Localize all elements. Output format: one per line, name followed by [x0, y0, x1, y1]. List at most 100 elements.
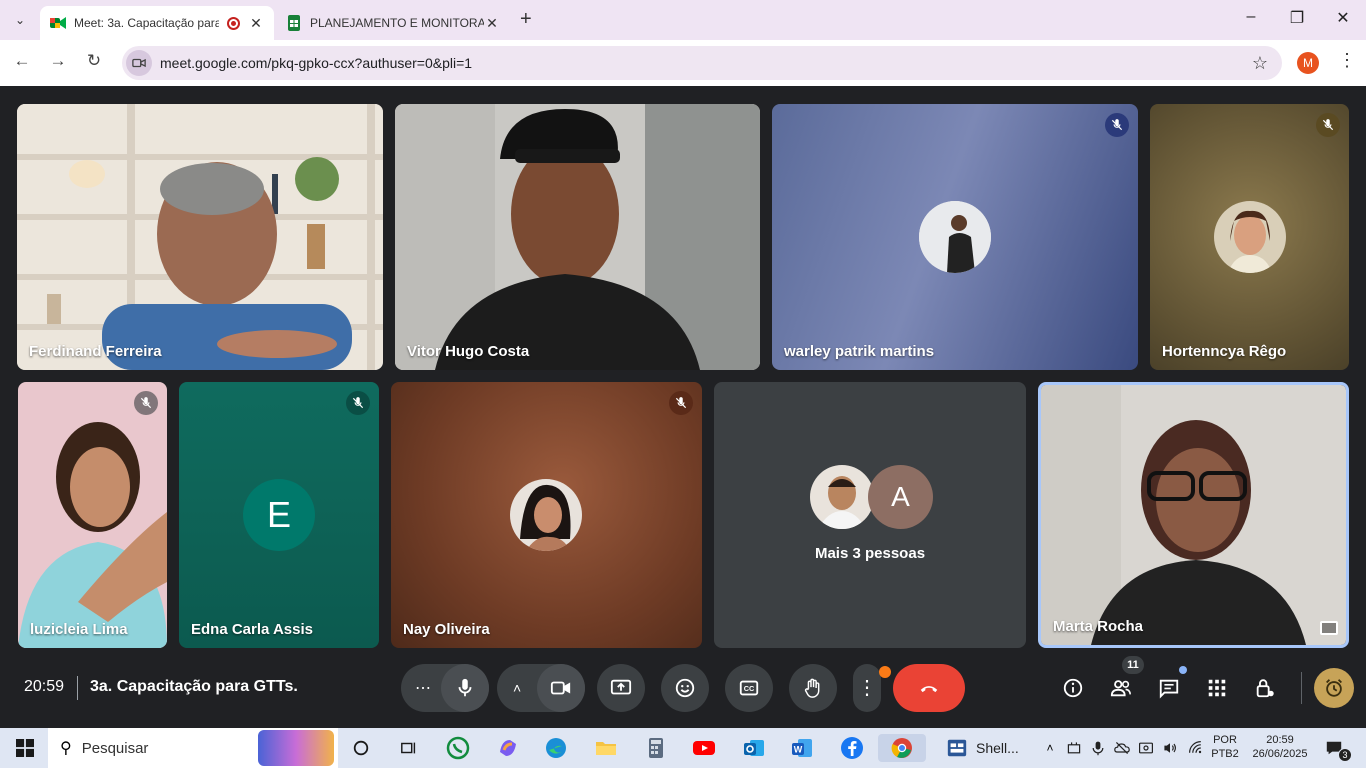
participant-tile[interactable]: luzicleia Lima [18, 382, 167, 648]
microphone-control-group: ⋯ [401, 664, 489, 712]
reactions-button[interactable] [661, 664, 709, 712]
muted-mic-icon [1105, 113, 1129, 137]
present-screen-button[interactable] [597, 664, 645, 712]
windows-start-icon[interactable] [12, 734, 38, 762]
task-view-icon[interactable] [396, 734, 422, 762]
muted-mic-icon [1316, 113, 1340, 137]
participant-name: Marta Rocha [1053, 618, 1144, 635]
microphone-icon [458, 678, 472, 697]
video-feed [395, 104, 760, 370]
back-arrow-icon[interactable]: ← [10, 51, 34, 71]
edge-browser-icon[interactable] [542, 734, 570, 762]
meeting-title: 3a. Capacitação para GTTs. [90, 678, 298, 695]
file-explorer-icon[interactable] [592, 734, 620, 762]
minimize-window-icon[interactable]: – [1228, 8, 1274, 26]
restore-window-icon[interactable]: ❐ [1274, 8, 1320, 28]
emoji-icon [675, 678, 695, 698]
facebook-icon[interactable] [838, 734, 866, 762]
participant-avatar [510, 479, 582, 551]
video-options-chevron-up-icon[interactable]: ˄ [513, 680, 521, 696]
volume-icon[interactable] [1160, 734, 1180, 762]
tab-meet[interactable]: Meet: 3a. Capacitação para ✕ [40, 6, 274, 40]
taskbar-search-box[interactable]: ⚲ Pesquisar [48, 728, 338, 768]
divider [1301, 672, 1302, 704]
participant-tile[interactable]: warley patrik martins [772, 104, 1138, 370]
more-vert-icon: ⋮ [857, 677, 877, 699]
more-participants-tile[interactable]: A Mais 3 pessoas [714, 382, 1026, 648]
onedrive-offline-icon[interactable] [1112, 734, 1132, 762]
participant-initial-avatar: A [868, 465, 933, 529]
participant-avatar [919, 201, 991, 273]
participant-tile[interactable]: Vitor Hugo Costa [395, 104, 760, 370]
recording-indicator-icon [227, 16, 240, 30]
raise-hand-button[interactable] [789, 664, 837, 712]
host-controls-button[interactable] [1249, 672, 1281, 704]
participant-tile[interactable]: Hortenncya Rêgo [1150, 104, 1349, 370]
new-tab-plus-icon[interactable]: + [520, 8, 532, 31]
camera-toggle-button[interactable] [537, 664, 585, 712]
shell-app-button[interactable]: Shell... [946, 734, 1026, 762]
activities-button[interactable] [1201, 672, 1233, 704]
more-options-button[interactable]: ⋮ [853, 664, 891, 712]
tab-title: PLANEJAMENTO E MONITORAM [310, 16, 484, 30]
close-tab-icon[interactable]: ✕ [248, 15, 264, 32]
closed-captions-icon: CC [739, 680, 759, 696]
copilot-icon[interactable] [494, 734, 522, 762]
microphone-in-use-icon[interactable] [1088, 734, 1108, 762]
profile-avatar[interactable]: M [1297, 52, 1319, 74]
browser-menu-icon[interactable]: ⋮ [1338, 50, 1356, 71]
close-window-icon[interactable]: ✕ [1320, 8, 1366, 28]
tab-planejamento[interactable]: PLANEJAMENTO E MONITORAM ✕ [276, 6, 510, 40]
muted-mic-icon [669, 391, 693, 415]
network-adapter-icon[interactable] [1064, 734, 1084, 762]
muted-mic-icon [134, 391, 158, 415]
word-icon[interactable]: W [788, 734, 816, 762]
participant-initial-avatar: E [243, 479, 315, 551]
browser-toolbar: ← → ↻ meet.google.com/pkq-gpko-ccx?authu… [0, 40, 1366, 86]
video-feed [18, 382, 167, 648]
audio-options-more-icon[interactable]: ⋯ [415, 678, 431, 698]
more-people-label: Mais 3 pessoas [814, 545, 926, 562]
address-bar[interactable]: meet.google.com/pkq-gpko-ccx?authuser=0&… [122, 46, 1282, 80]
system-clock[interactable]: 20:59 26/06/2025 [1246, 733, 1314, 761]
participant-tile[interactable]: E Edna Carla Assis [179, 382, 379, 648]
close-tab-icon[interactable]: ✕ [484, 15, 500, 32]
tab-search-chevron-icon[interactable]: ⌄ [8, 8, 32, 32]
notifications-button[interactable]: 3 [1322, 734, 1352, 762]
notification-count-badge: 3 [1338, 748, 1352, 762]
forward-arrow-icon[interactable]: → [46, 51, 70, 71]
captions-button[interactable]: CC [725, 664, 773, 712]
timer-button[interactable] [1314, 668, 1354, 708]
video-feed-shelves [17, 104, 383, 370]
participant-tile-self[interactable]: Marta Rocha [1038, 382, 1349, 648]
cortana-circle-icon[interactable] [348, 734, 374, 762]
participant-tile[interactable]: Nay Oliveira [391, 382, 702, 648]
chrome-taskbar-button[interactable] [878, 734, 926, 762]
unread-dot [1179, 666, 1187, 674]
input-language-indicator[interactable]: POR PTB2 [1208, 733, 1242, 761]
meeting-details-button[interactable] [1057, 672, 1089, 704]
outlook-icon[interactable] [740, 734, 768, 762]
display-capture-icon[interactable] [1136, 734, 1156, 762]
people-button[interactable] [1105, 672, 1137, 704]
participant-tile[interactable]: Ferdinand Ferreira [17, 104, 383, 370]
calculator-icon[interactable] [642, 734, 670, 762]
participant-name: Edna Carla Assis [191, 621, 313, 638]
picture-in-picture-icon[interactable] [1320, 621, 1338, 635]
search-placeholder: Pesquisar [81, 739, 149, 757]
divider [77, 676, 78, 700]
meeting-clock: 20:59 [24, 678, 65, 695]
bookmark-star-icon[interactable]: ☆ [1252, 53, 1268, 74]
wifi-icon[interactable] [1186, 734, 1206, 762]
microphone-toggle-button[interactable] [441, 664, 489, 712]
chat-button[interactable] [1153, 666, 1187, 704]
leave-call-button[interactable] [893, 664, 965, 712]
site-info-camera-icon[interactable] [126, 50, 152, 76]
google-meet-favicon-icon [50, 15, 66, 31]
youtube-icon[interactable] [690, 734, 718, 762]
reload-icon[interactable]: ↻ [82, 51, 106, 71]
language-code: POR [1213, 734, 1237, 746]
whatsapp-icon[interactable] [444, 734, 472, 762]
present-screen-icon [610, 679, 632, 695]
show-hidden-icons-chevron-icon[interactable]: ˄ [1042, 734, 1058, 762]
